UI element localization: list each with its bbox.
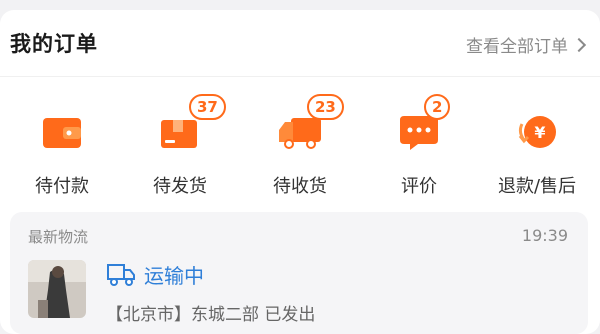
tab-review[interactable]: 2 评价 [364,94,474,210]
tab-pending-shipment[interactable]: 37 待发货 [125,94,235,210]
tab-label: 退款/售后 [497,176,577,197]
delivery-truck-icon [107,264,135,286]
order-status-row: 待付款 37 待发货 23 待收货 2 评价 ¥ 退款/售后 [0,94,600,210]
wallet-icon [43,118,81,148]
count-badge: 37 [189,94,226,120]
page-title: 我的订单 [10,32,98,56]
count-badge: 23 [307,94,344,120]
tab-label: 待发货 [153,176,207,197]
tab-refund-aftersale[interactable]: ¥ 退款/售后 [482,100,592,210]
logistics-detail: 【北京市】东城二部 已发出 [106,305,316,325]
view-all-label: 查看全部订单 [466,37,568,57]
latest-logistics-card[interactable]: 最新物流 19:39 运输中 【北京市】东城二部 已发出 [10,212,588,334]
tab-pending-receipt[interactable]: 23 待收货 [245,94,355,210]
tab-label: 待收货 [273,176,327,197]
logistics-label: 最新物流 [28,228,89,246]
count-badge: 2 [424,94,451,120]
logistics-time: 19:39 [521,226,568,245]
refund-icon: ¥ [518,116,556,148]
logistics-status-row: 运输中 [106,260,204,288]
view-all-orders-link[interactable]: 查看全部订单 [466,32,587,57]
svg-text:¥: ¥ [534,123,545,142]
tab-pending-payment[interactable]: 待付款 [7,100,117,210]
tab-label: 评价 [401,176,437,197]
orders-card: 我的订单 查看全部订单 待付款 37 待发货 23 待收货 2 评价 ¥ 退款/… [0,10,600,334]
product-thumbnail [28,260,86,318]
logistics-status: 运输中 [144,263,204,288]
tab-label: 待付款 [35,176,89,197]
chevron-right-icon [571,37,587,52]
orders-header: 我的订单 查看全部订单 [0,10,600,76]
divider [0,76,600,77]
